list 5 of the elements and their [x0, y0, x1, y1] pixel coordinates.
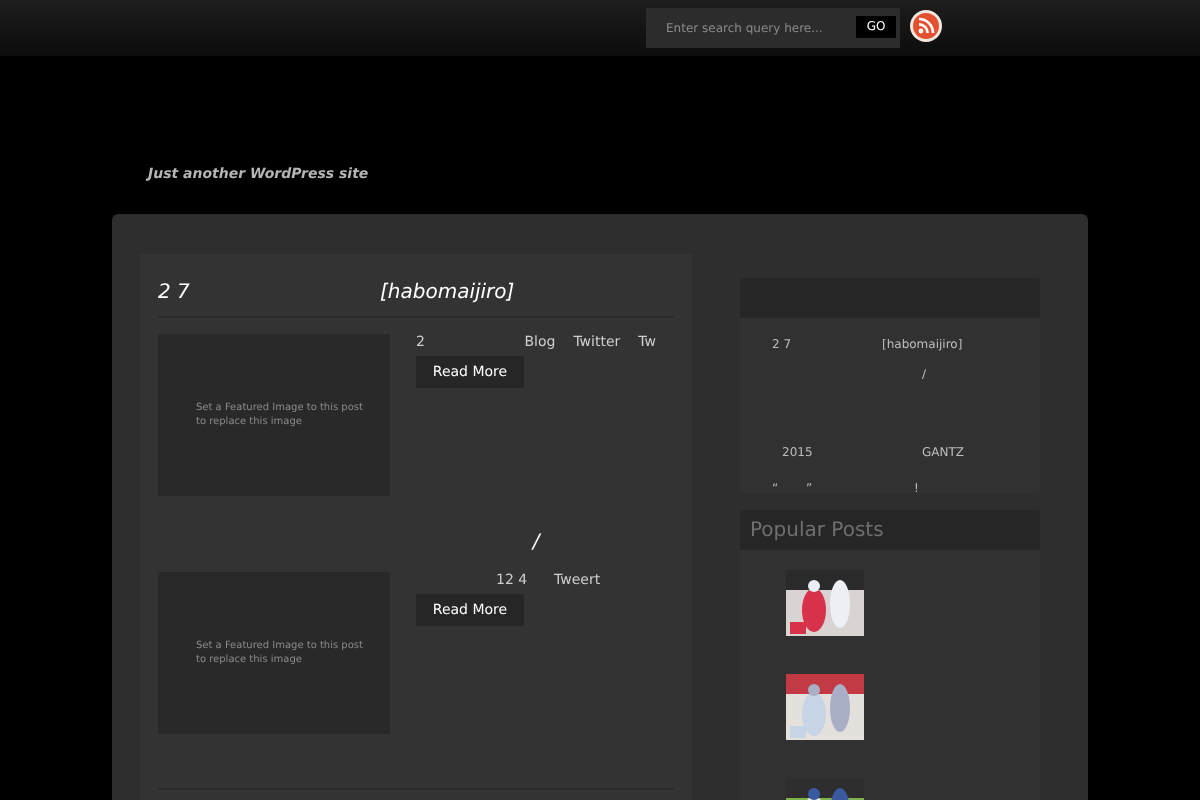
post-title-number[interactable]: 2 7 [158, 278, 380, 308]
post-title-fragment: / [532, 530, 540, 558]
rss-icon[interactable] [910, 10, 942, 42]
widget-title: Popular Posts [750, 517, 884, 545]
post-title[interactable]: [habomaijiro] [380, 278, 515, 308]
